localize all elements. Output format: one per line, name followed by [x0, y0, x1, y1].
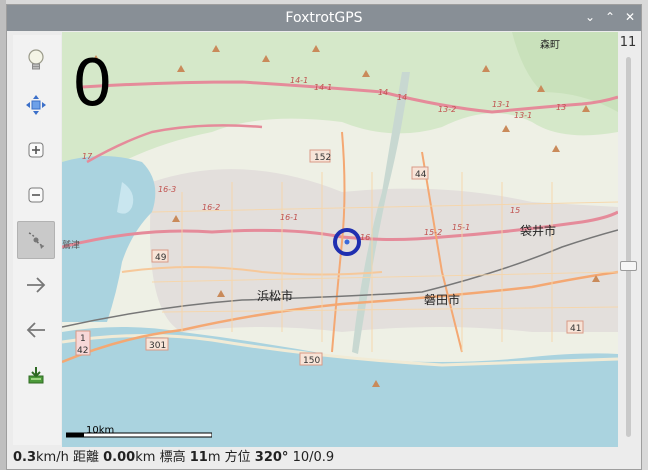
window-title: FoxtrotGPS: [285, 10, 363, 26]
status-distance: 0.00: [103, 450, 136, 465]
lightbulb-icon: [28, 49, 44, 70]
gps-track-button[interactable]: [17, 221, 55, 259]
status-distance-label: 距離: [72, 450, 99, 465]
status-speed-unit: km/h: [36, 450, 69, 465]
back-arrow-icon: [26, 322, 45, 338]
map-tiles: 152 44 49 1 42 301 150 41 14-1 14-1 14 1…: [62, 32, 618, 447]
route-shield: 150: [303, 356, 320, 366]
road-number: 13-1: [492, 100, 510, 109]
download-button[interactable]: [17, 356, 55, 394]
zoom-level: 11: [619, 35, 637, 50]
close-button[interactable]: ✕: [621, 8, 639, 26]
route-shield: 41: [570, 324, 581, 334]
place-label-iwata: 磐田市: [424, 292, 460, 307]
zoom-out-icon: [28, 187, 44, 203]
gps-track-icon: [28, 232, 45, 249]
scale-label: 10km: [86, 425, 115, 436]
forward-arrow-icon: [27, 277, 46, 293]
forward-button[interactable]: [17, 266, 55, 304]
road-number: 14-1: [314, 83, 332, 92]
back-button[interactable]: [17, 311, 55, 349]
route-shield: 44: [415, 170, 427, 180]
maximize-button[interactable]: ⌃: [601, 8, 619, 26]
status-altitude-unit: m: [207, 450, 221, 465]
status-heading: 320°: [254, 450, 289, 465]
road-number: 14-1: [290, 76, 308, 85]
autocenter-icon: [26, 95, 46, 115]
scale-bar: 10km: [66, 425, 212, 440]
download-icon: [28, 367, 44, 384]
speed-overlay: 0: [72, 47, 113, 121]
road-number: 17: [82, 152, 93, 161]
road-number: 15-2: [424, 228, 442, 237]
status-altitude-label: 標高: [159, 450, 186, 465]
status-speed: 0.3: [13, 450, 37, 465]
status-bar: 0.3km/h 距離 0.00km 標高 11m 方位 320° 10/0.9: [13, 447, 613, 469]
road-number: 13-1: [514, 111, 532, 120]
route-shield: 49: [155, 253, 167, 263]
road-number: 15-1: [452, 223, 470, 232]
zoom-out-button[interactable]: [17, 176, 55, 214]
road-number: 13: [556, 103, 566, 112]
titlebar[interactable]: FoxtrotGPS ⌄ ⌃ ✕: [7, 5, 641, 31]
map-view[interactable]: 152 44 49 1 42 301 150 41 14-1 14-1 14 1…: [62, 32, 618, 447]
app-window: FoxtrotGPS ⌄ ⌃ ✕ 152 44 49 1 42 301 150 …: [6, 4, 642, 470]
minimize-button[interactable]: ⌄: [581, 8, 599, 26]
route-shield: 301: [149, 341, 166, 351]
place-label-morimachi: 森町: [540, 38, 560, 51]
zoom-in-button[interactable]: [17, 131, 55, 169]
route-shield: 152: [314, 153, 331, 163]
zoom-slider-handle[interactable]: [620, 261, 637, 271]
route-shield: 42: [77, 346, 88, 356]
road-number: 14: [397, 93, 407, 102]
place-label-hamamatsu: 浜松市: [257, 288, 293, 303]
status-altitude: 11: [189, 450, 208, 465]
zoom-in-icon: [28, 142, 44, 158]
road-number: 16: [360, 233, 370, 242]
road-number: 13-2: [438, 105, 456, 114]
autocenter-button[interactable]: [17, 86, 55, 124]
place-label-washizu: 鷲津: [62, 239, 80, 251]
light-toggle-button[interactable]: [17, 41, 55, 79]
status-satellites: 10/0.9: [292, 450, 335, 465]
route-shield: 1: [80, 334, 86, 344]
place-label-fukuroi: 袋井市: [520, 223, 556, 238]
status-distance-unit: km: [135, 450, 156, 465]
road-number: 16-1: [280, 213, 298, 222]
road-number: 15: [510, 206, 520, 215]
road-number: 14: [378, 88, 388, 97]
status-heading-label: 方位: [224, 450, 251, 465]
tool-sidebar: [13, 35, 61, 445]
road-number: 16-3: [158, 185, 176, 194]
road-number: 16-2: [202, 203, 220, 212]
zoom-slider-track[interactable]: [626, 57, 631, 437]
